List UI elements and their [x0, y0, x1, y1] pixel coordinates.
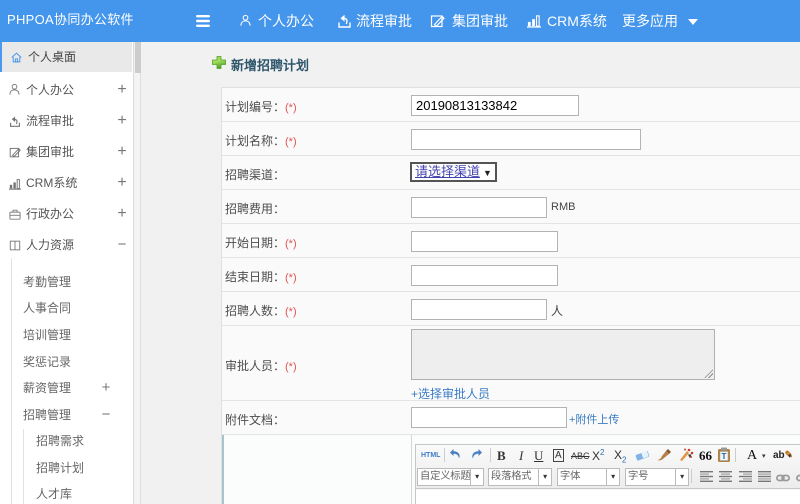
svg-text:T: T	[722, 452, 727, 461]
